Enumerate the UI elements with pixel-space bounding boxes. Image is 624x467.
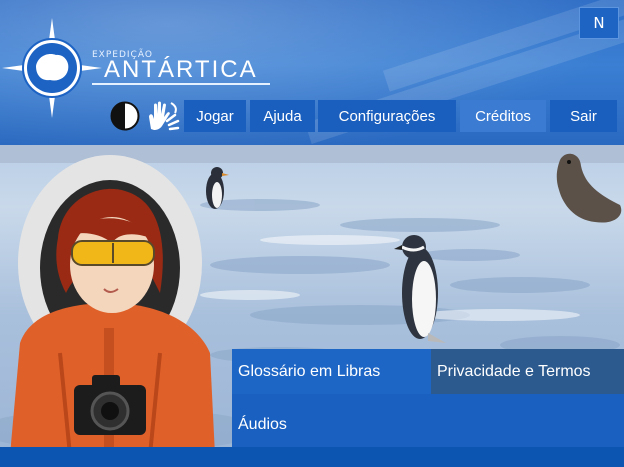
nav-jogar-button[interactable]: Jogar [184,100,246,132]
contrast-icon[interactable] [110,101,140,131]
sign-language-icon[interactable] [145,99,181,133]
logo-underline [92,83,270,85]
explorer-character-image [10,155,215,455]
nav-ajuda-button[interactable]: Ajuda [250,100,315,132]
audios-button[interactable]: Áudios [232,394,624,455]
privacy-terms-button[interactable]: Privacidade e Termos [431,349,624,394]
compass-logo-icon [2,18,102,118]
glossary-button[interactable]: Glossário em Libras [232,349,431,394]
nav-configuracoes-button[interactable]: Configurações [318,100,456,132]
language-button[interactable]: N [579,7,619,39]
nav-sair-button[interactable]: Sair [550,100,617,132]
header: EXPEDIÇÃO ANTÁRTICA N Jogar Ajuda Config… [0,0,624,145]
logo-title: ANTÁRTICA [104,56,258,83]
seal [556,153,622,223]
antarctic-scene: Glossário em Libras Privacidade e Termos… [0,145,624,455]
nav-creditos-button[interactable]: Créditos [460,100,546,132]
bottom-bar [0,447,624,467]
